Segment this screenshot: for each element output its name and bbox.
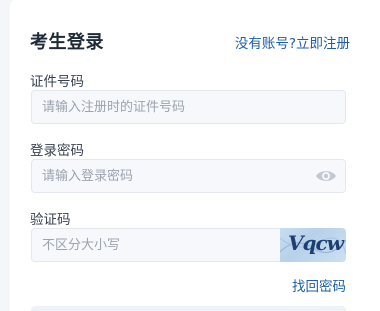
captcha-label: 验证码 — [30, 212, 71, 228]
id-number-input[interactable] — [32, 91, 345, 123]
register-link[interactable]: 没有账号?立即注册 — [235, 32, 350, 52]
captcha-input[interactable] — [32, 229, 282, 261]
login-header: 考生登录 没有账号?立即注册 — [30, 28, 350, 56]
captcha-field-container: Vqcw — [31, 228, 346, 262]
id-number-label: 证件号码 — [30, 74, 84, 90]
password-label: 登录密码 — [30, 143, 84, 159]
password-input[interactable] — [32, 160, 345, 192]
captcha-image[interactable]: Vqcw — [280, 228, 346, 262]
login-button-edge[interactable] — [31, 306, 346, 311]
login-card: 考生登录 没有账号?立即注册 证件号码 登录密码 验证码 Vqcw 找回密码 — [10, 0, 380, 311]
eye-icon[interactable] — [315, 168, 337, 184]
id-number-field-container — [31, 90, 346, 124]
page-title: 考生登录 — [30, 32, 104, 53]
captcha-text: Vqcw — [288, 231, 344, 255]
forgot-password-link[interactable]: 找回密码 — [292, 275, 346, 295]
password-field-container — [31, 159, 346, 193]
